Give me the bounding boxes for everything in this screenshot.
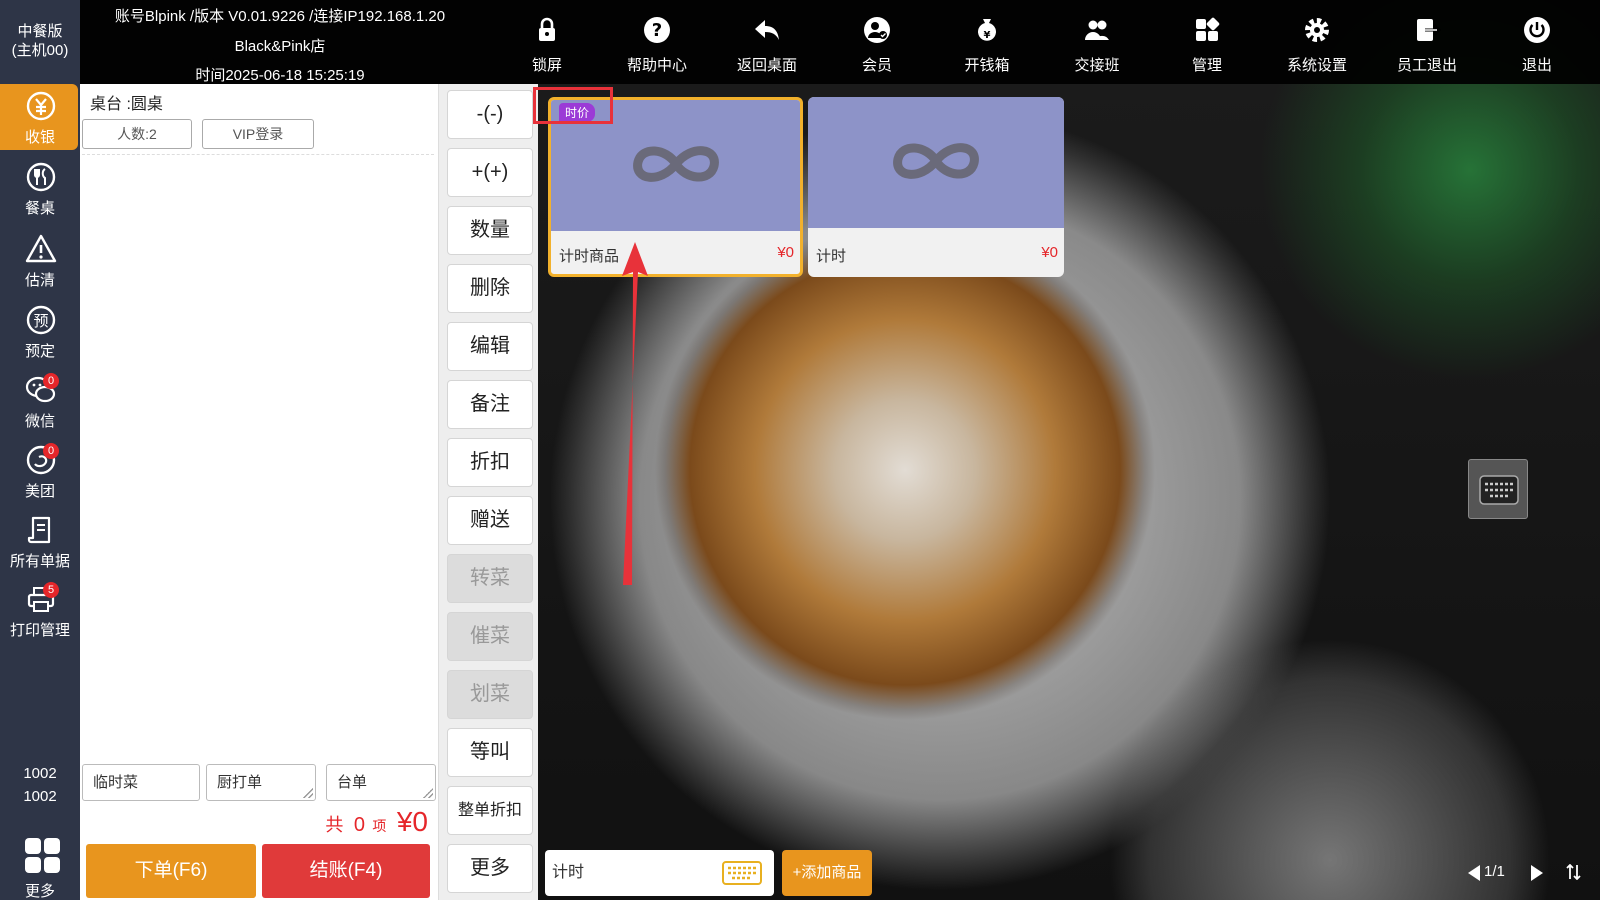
wechat-badge: 0 [43,373,59,389]
add-product-button[interactable]: +添加商品 [782,850,872,896]
exit-button[interactable]: 退出 [1487,12,1587,78]
edit-button[interactable]: 编辑 [447,322,533,371]
reservation-icon: 预 [26,305,56,335]
print-badge: 5 [43,582,59,598]
table-note-field[interactable]: 台单 [326,764,436,801]
staff-logout-icon [1417,19,1441,41]
member-icon [864,17,890,43]
shift-handover-icon [1085,20,1109,40]
manage-icon [1196,17,1220,41]
gift-button[interactable]: 赠送 [447,496,533,545]
back-to-desktop-button[interactable]: 返回桌面 [717,12,817,78]
product-name: 计时商品 [559,248,620,265]
remark-button[interactable]: 备注 [447,380,533,429]
warning-icon [25,234,57,263]
sidebar-item-reservation[interactable]: 预 预定 [0,298,80,364]
more-actions-button[interactable]: 更多 [447,844,533,893]
page-indicator: 1/1 [1484,863,1505,880]
table-name: 桌台 :圆桌 [90,96,163,113]
checkout-button[interactable]: 结账(F4) [262,844,430,898]
sidebar-item-all-documents[interactable]: 所有单据 [0,508,80,574]
product-image-placeholder [808,97,1064,228]
open-cash-drawer-button[interactable]: ¥ 开钱箱 [937,12,1037,78]
member-button[interactable]: 会员 [827,12,927,78]
lock-screen-button[interactable]: 锁屏 [497,12,597,78]
guest-count-button[interactable]: 人数:2 [82,119,192,149]
sidebar-item-sold-out[interactable]: 估清 [0,227,80,293]
whole-order-discount-button[interactable]: 整单折扣 [447,786,533,835]
kitchen-note-field[interactable]: 厨打单 [206,764,316,801]
svg-text:预: 预 [33,312,48,330]
order-total: 共 0 项 ¥0 [325,806,428,837]
keyboard-icon [1479,475,1519,505]
grid-icon [25,838,60,873]
staff-logout-button[interactable]: 员工退出 [1377,12,1477,78]
cashier-icon [26,91,56,121]
total-amount: ¥0 [396,806,428,837]
top-bar: 账号Blpink /版本 V0.01.9226 /连接IP192.168.1.2… [80,0,1600,84]
shift-handover-button[interactable]: 交接班 [1047,12,1147,78]
logo-placeholder-icon [893,143,979,179]
power-icon [1524,17,1550,43]
prev-page-icon[interactable] [1467,864,1481,882]
resize-grip-icon[interactable] [423,788,433,798]
svg-text:?: ? [652,20,662,41]
discount-button[interactable]: 折扣 [447,438,533,487]
sort-toggle-icon[interactable] [1566,864,1582,880]
store-name: Black&Pink店 [234,38,326,55]
sidebar-item-dining[interactable]: 餐桌 [0,155,80,221]
cross-dish-button[interactable]: 划菜 [447,670,533,719]
item-count: 0 [353,814,365,836]
sidebar-item-wechat[interactable]: 0 微信 [0,368,80,434]
vip-login-button[interactable]: VIP登录 [202,119,314,149]
manage-button[interactable]: 管理 [1157,12,1257,78]
keyboard-icon[interactable] [722,861,762,885]
order-panel: 桌台 :圆桌 人数:2 VIP登录 临时菜 厨打单 台单 共 0 项 ¥0 下单… [80,84,438,900]
divider [82,154,434,155]
terminal-id: 1002 [23,765,57,782]
account-info: 账号Blpink /版本 V0.01.9226 /连接IP192.168.1.2… [114,8,446,25]
edition-label: 中餐版 (主机00) [11,23,69,59]
documents-icon [27,516,51,544]
annotation-arrow [622,242,648,585]
meituan-badge: 0 [43,443,59,459]
sidebar: 中餐版 (主机00) 收银 餐桌 估清 预 预定 0 微信 0 美团 所有单据 … [0,0,80,900]
resize-grip-icon[interactable] [303,788,313,798]
annotation-highlight-box [533,87,613,124]
dining-icon [26,162,56,192]
sidebar-item-print-management[interactable]: 5 打印管理 [0,577,80,643]
temp-dish-field[interactable]: 临时菜 [82,764,200,801]
place-order-button[interactable]: 下单(F6) [86,844,256,898]
transfer-dish-button[interactable]: 转菜 [447,554,533,603]
help-icon: ? [644,17,670,43]
product-name: 计时 [816,248,847,265]
product-card[interactable]: 计时 ¥0 [808,97,1064,277]
settings-icon [1305,18,1329,42]
sidebar-item-cashier[interactable]: 收银 [0,84,78,150]
quantity-button[interactable]: 数量 [447,206,533,255]
cash-drawer-icon: ¥ [978,19,996,41]
floating-keyboard-button[interactable] [1468,459,1528,519]
product-card[interactable]: 时价 计时商品 ¥0 [548,97,803,277]
product-search-input[interactable]: 计时 [545,850,774,896]
delete-button[interactable]: 删除 [447,264,533,313]
product-price: ¥0 [1041,244,1058,261]
svg-text:¥: ¥ [984,30,991,41]
sidebar-item-meituan[interactable]: 0 美团 [0,438,80,504]
hold-button[interactable]: 等叫 [447,728,533,777]
help-center-button[interactable]: ? 帮助中心 [607,12,707,78]
terminal-id-secondary: 1002 [23,788,57,805]
next-page-icon[interactable] [1530,864,1544,882]
clock: 时间2025-06-18 15:25:19 [195,67,365,84]
sidebar-more-button[interactable]: 更多 [0,838,80,900]
lock-icon [539,17,555,41]
back-icon [755,20,779,40]
system-settings-button[interactable]: 系统设置 [1267,12,1367,78]
logo-placeholder-icon [632,146,719,182]
action-column: -(-) +(+) 数量 删除 编辑 备注 折扣 赠送 转菜 催菜 划菜 等叫 … [438,84,538,900]
product-price: ¥0 [777,244,794,261]
decrease-button[interactable]: -(-) [447,90,533,139]
rush-dish-button[interactable]: 催菜 [447,612,533,661]
increase-button[interactable]: +(+) [447,148,533,197]
